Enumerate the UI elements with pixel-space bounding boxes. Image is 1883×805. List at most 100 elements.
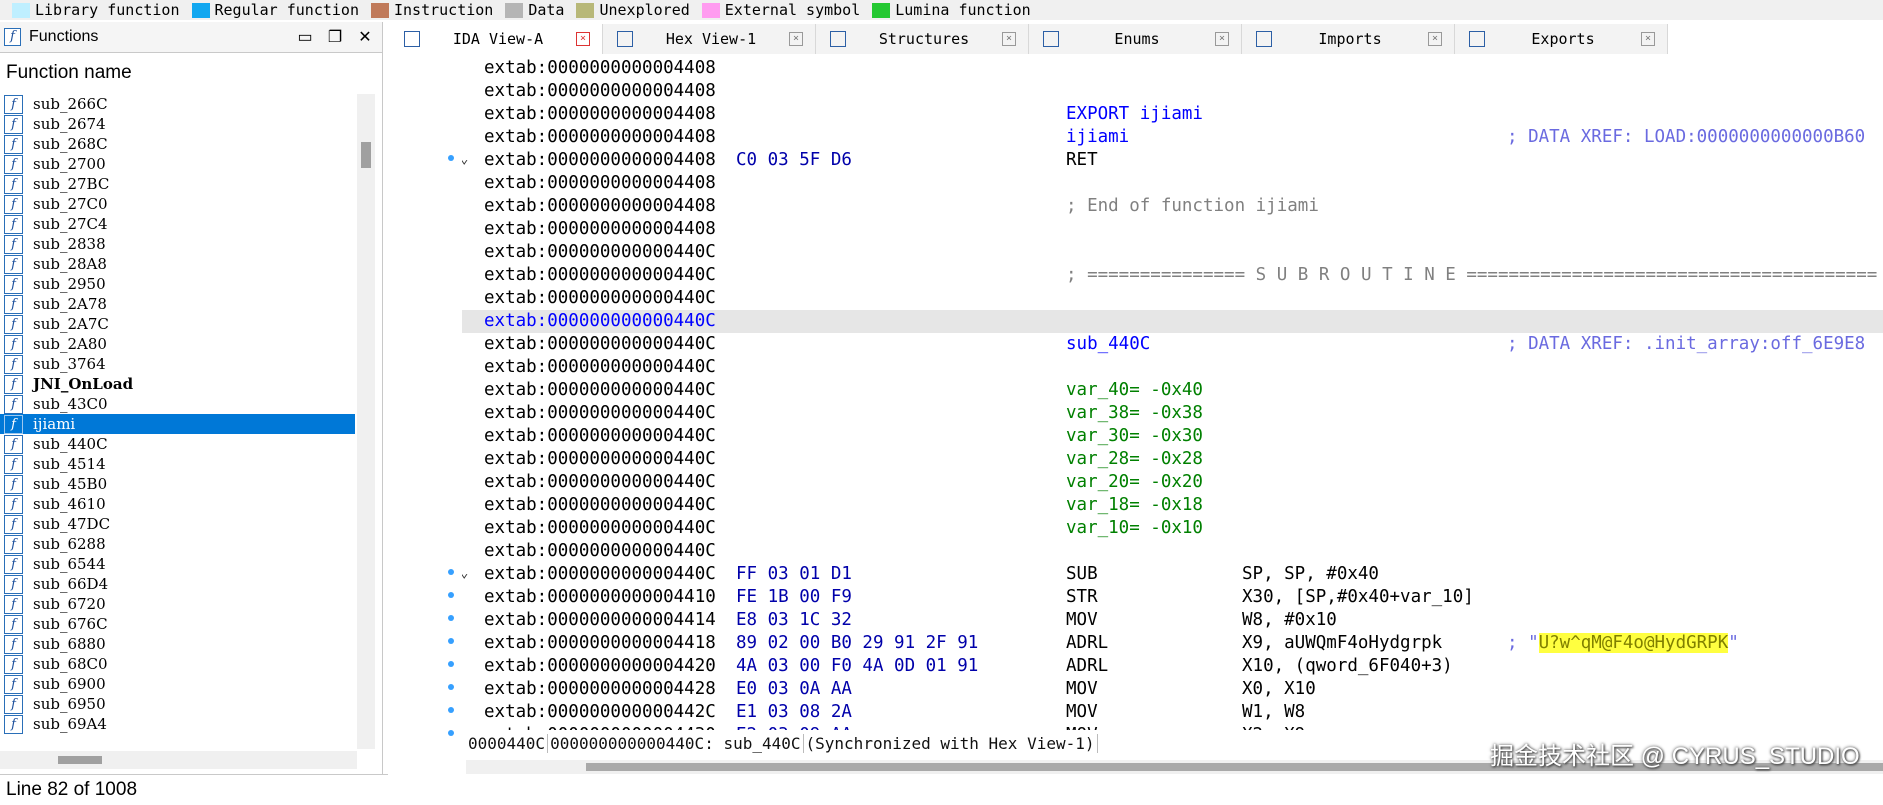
tab-enums[interactable]: Enums ×	[1029, 24, 1242, 54]
tab-close-icon[interactable]: ×	[1428, 32, 1442, 46]
tab-hex-view-1[interactable]: Hex View-1 ×	[603, 24, 816, 54]
function-list-item[interactable]: f sub_266C	[0, 94, 355, 114]
restore-icon[interactable]: ❐	[326, 27, 344, 47]
function-list-item[interactable]: f sub_6900	[0, 674, 355, 694]
function-list-item[interactable]: f sub_45B0	[0, 474, 355, 494]
function-name: sub_440C	[33, 435, 108, 453]
disasm-line[interactable]: extab:0000000000004414 E8 03 1C 32 MOV W8, …	[462, 609, 1883, 632]
disasm-line[interactable]: extab:0000000000004430 E2 03 09 AA MOV X2, …	[462, 724, 1883, 730]
function-list-item[interactable]: f sub_6288	[0, 534, 355, 554]
chevron-down-icon[interactable]: ⌄	[462, 151, 468, 167]
disasm-line[interactable]: extab:0000000000004418 89 02 00 B0 29 91 …	[462, 632, 1883, 655]
scroll-thumb[interactable]	[361, 142, 371, 168]
function-list-item[interactable]: f sub_66D4	[0, 574, 355, 594]
disasm-line[interactable]: extab:0000000000004428 E0 03 0A AA MOV X0, …	[462, 678, 1883, 701]
disasm-line[interactable]: extab:0000000000004408 C0 03 5F D6 RET	[462, 149, 1883, 172]
function-list-item[interactable]: f sub_6950	[0, 694, 355, 714]
function-list-item[interactable]: f sub_2950	[0, 274, 355, 294]
function-list-item[interactable]: f sub_27C4	[0, 214, 355, 234]
function-list-item[interactable]: f sub_3764	[0, 354, 355, 374]
disasm-line[interactable]: extab:000000000000440C var_40= -0x40	[462, 379, 1883, 402]
function-list-item[interactable]: f sub_268C	[0, 134, 355, 154]
function-list-item[interactable]: f sub_2700	[0, 154, 355, 174]
breakpoint-dot-icon[interactable]	[448, 684, 454, 690]
function-list-item[interactable]: f sub_28A8	[0, 254, 355, 274]
disasm-line[interactable]: extab:0000000000004408	[462, 57, 1883, 80]
disasm-line[interactable]: extab:000000000000440C ; =============== …	[462, 264, 1883, 287]
tab-exports[interactable]: Exports ×	[1455, 24, 1668, 54]
disasm-line[interactable]: extab:000000000000440C	[462, 356, 1883, 379]
function-list-item[interactable]: f sub_6880	[0, 634, 355, 654]
disasm-line[interactable]: extab:0000000000004408 EXPORT ijiami	[462, 103, 1883, 126]
function-list-item[interactable]: f sub_676C	[0, 614, 355, 634]
disasm-line[interactable]: extab:000000000000442C E1 03 08 2A MOV W1, …	[462, 701, 1883, 724]
disasm-line[interactable]: extab:0000000000004408	[462, 218, 1883, 241]
function-list-hscrollbar[interactable]	[0, 751, 357, 769]
disasm-line[interactable]: extab:0000000000004408	[462, 80, 1883, 103]
legend-swatch	[505, 2, 524, 18]
breakpoint-dot-icon[interactable]	[448, 707, 454, 713]
function-list-item[interactable]: f sub_6720	[0, 594, 355, 614]
disasm-line[interactable]: extab:000000000000440C FF 03 01 D1 SUB SP, …	[462, 563, 1883, 586]
disasm-line[interactable]: extab:000000000000440C var_38= -0x38	[462, 402, 1883, 425]
function-list-item[interactable]: f ijiami	[0, 414, 355, 434]
tab-close-icon[interactable]: ×	[789, 32, 803, 46]
disasm-line[interactable]: extab:0000000000004410 FE 1B 00 F9 STR X30,…	[462, 586, 1883, 609]
disasm-line[interactable]: extab:000000000000440C var_18= -0x18	[462, 494, 1883, 517]
function-list-item[interactable]: f sub_27BC	[0, 174, 355, 194]
tab-close-icon[interactable]: ×	[1002, 32, 1016, 46]
breakpoint-dot-icon[interactable]	[448, 638, 454, 644]
disassembly-view[interactable]: extab:0000000000004408 extab:000000000000…	[462, 57, 1883, 730]
disasm-line[interactable]: extab:000000000000440C var_20= -0x20	[462, 471, 1883, 494]
breakpoint-dot-icon[interactable]	[448, 730, 454, 736]
scroll-thumb[interactable]	[58, 756, 102, 764]
breakpoint-dot-icon[interactable]	[448, 661, 454, 667]
function-list-item[interactable]: f sub_68C0	[0, 654, 355, 674]
close-icon[interactable]: ✕	[356, 27, 374, 47]
function-list-item[interactable]: f sub_2A7C	[0, 314, 355, 334]
disasm-line[interactable]: extab:0000000000004408	[462, 172, 1883, 195]
view-tabs: IDA View-A × Hex View-1 × Structures × Enums × I…	[390, 24, 1883, 54]
function-list-item[interactable]: f sub_4610	[0, 494, 355, 514]
breakpoint-dot-icon[interactable]	[448, 615, 454, 621]
tab-close-icon[interactable]: ×	[576, 32, 590, 46]
legend-label: Instruction	[394, 1, 494, 19]
disasm-line[interactable]: extab:0000000000004408 ; End of function …	[462, 195, 1883, 218]
breakpoint-dot-icon[interactable]	[448, 592, 454, 598]
function-list-item[interactable]: f sub_2A80	[0, 334, 355, 354]
disasm-line[interactable]: extab:000000000000440C var_28= -0x28	[462, 448, 1883, 471]
disasm-line[interactable]: extab:000000000000440C var_30= -0x30	[462, 425, 1883, 448]
function-list-item[interactable]: f sub_2A78	[0, 294, 355, 314]
tab-close-icon[interactable]: ×	[1641, 32, 1655, 46]
chevron-down-icon[interactable]: ⌄	[462, 565, 468, 581]
breakpoint-dot-icon[interactable]	[448, 569, 454, 575]
function-list-item[interactable]: f sub_47DC	[0, 514, 355, 534]
breakpoint-dot-icon[interactable]	[448, 155, 454, 161]
disasm-line[interactable]: extab:000000000000440C	[462, 287, 1883, 310]
function-list-item[interactable]: f sub_43C0	[0, 394, 355, 414]
maximize-icon[interactable]: ▭	[296, 27, 314, 47]
disasm-line[interactable]: extab:000000000000440C	[462, 241, 1883, 264]
function-list-vscrollbar[interactable]	[357, 94, 375, 749]
disasm-line[interactable]: extab:000000000000440C	[462, 310, 1883, 333]
disasm-line[interactable]: extab:000000000000440C	[462, 540, 1883, 563]
function-name-column-header[interactable]: Function name	[6, 62, 132, 84]
tab-ida-view-a[interactable]: IDA View-A ×	[390, 24, 603, 54]
function-list-item[interactable]: f JNI_OnLoad	[0, 374, 355, 394]
function-list-item[interactable]: f sub_2838	[0, 234, 355, 254]
string-literal[interactable]: U?w^qM@F4o@HydGRPK	[1538, 633, 1729, 653]
function-list-item[interactable]: f sub_27C0	[0, 194, 355, 214]
function-list-item[interactable]: f sub_4514	[0, 454, 355, 474]
function-list-item[interactable]: f sub_440C	[0, 434, 355, 454]
tab-structures[interactable]: Structures ×	[816, 24, 1029, 54]
disasm-line[interactable]: extab:000000000000440C var_10= -0x10	[462, 517, 1883, 540]
function-list-item[interactable]: f sub_2674	[0, 114, 355, 134]
disasm-line[interactable]: extab:0000000000004408 ijiami ; DATA XREF:…	[462, 126, 1883, 149]
tab-close-icon[interactable]: ×	[1215, 32, 1229, 46]
disasm-line[interactable]: extab:000000000000440C sub_440C ; DATA XRE…	[462, 333, 1883, 356]
function-name: JNI_OnLoad	[33, 375, 134, 393]
disasm-line[interactable]: extab:0000000000004420 4A 03 00 F0 4A 0D …	[462, 655, 1883, 678]
tab-imports[interactable]: Imports ×	[1242, 24, 1455, 54]
function-list-item[interactable]: f sub_6544	[0, 554, 355, 574]
function-list-item[interactable]: f sub_69A4	[0, 714, 355, 734]
